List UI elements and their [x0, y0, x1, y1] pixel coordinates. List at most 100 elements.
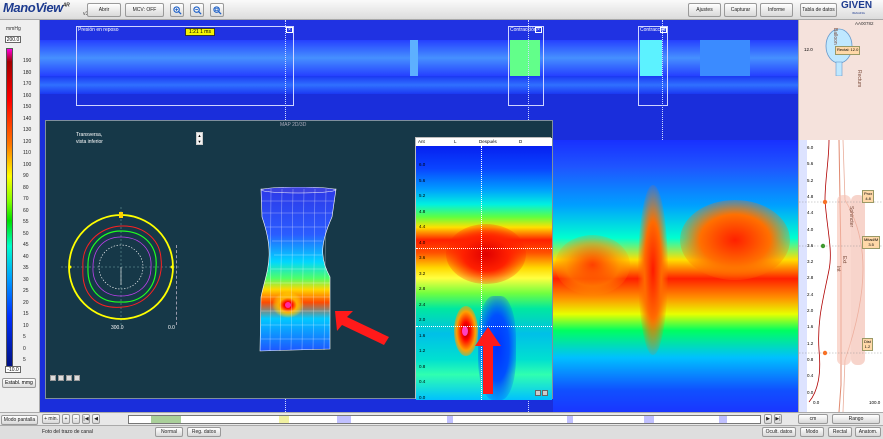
- overlay-tools: [50, 375, 80, 381]
- heat-y-tick: 5.2: [419, 193, 426, 198]
- scale-max-field[interactable]: 200.0: [5, 36, 21, 43]
- scale-tick: 5: [23, 357, 26, 363]
- scale-tick: 70: [23, 196, 29, 202]
- red-arrow-up-icon: [475, 327, 501, 394]
- heat-tools: [535, 390, 548, 396]
- scale-tick: 190: [23, 58, 32, 64]
- zoom-min-button[interactable]: + min.: [42, 414, 60, 424]
- next-frame-icon[interactable]: ▶: [764, 414, 772, 424]
- tool-icon-1[interactable]: [50, 375, 56, 381]
- prox-box[interactable]: Prox 4.8: [862, 190, 875, 203]
- int-label: Int: [835, 266, 841, 272]
- zoom-in-icon: [172, 5, 182, 15]
- establish-scale-button[interactable]: Establ. mmg: [2, 378, 36, 388]
- segment-contraction-1-close-icon[interactable]: ×: [535, 27, 542, 33]
- screen-mode-button[interactable]: Modo pantalla: [1, 415, 38, 425]
- scale-tick: 25: [23, 288, 29, 294]
- scale-tick: 160: [23, 92, 32, 99]
- open-button[interactable]: Abrir: [87, 3, 121, 17]
- top-toolbar: ManoViewAR v3.0 Abrir MCV: OFF Ajustes C…: [0, 0, 883, 20]
- mcv-toggle-button[interactable]: MCV: OFF: [125, 3, 164, 17]
- zoom-in-button[interactable]: [170, 3, 184, 17]
- zoom-fit-button[interactable]: [210, 3, 224, 17]
- zoom-minus-icon[interactable]: −: [72, 414, 80, 424]
- scale-tick: 150: [23, 104, 32, 110]
- timeline-scrollbar[interactable]: [128, 415, 761, 424]
- hide-data-button[interactable]: Ocult. datos: [762, 427, 796, 437]
- scale-tick: 120: [23, 138, 32, 145]
- data-table-button[interactable]: Tabla de datos: [800, 3, 837, 17]
- segment-contraction-1[interactable]: [508, 26, 544, 106]
- anatomy-profile: [799, 140, 883, 412]
- scale-tick: 30: [23, 276, 29, 283]
- zoom-fit-icon: [212, 5, 222, 15]
- heat-y-tick: 6.0: [419, 162, 426, 167]
- dist-box[interactable]: Dist 1.2: [862, 338, 873, 351]
- heat-y-tick: 2.0: [419, 317, 426, 322]
- plot-right-value: 0.0: [168, 325, 175, 331]
- scale-tick: 180: [23, 69, 32, 76]
- heat-y-tick: 1.6: [419, 332, 426, 338]
- anatomy-x-right: 100.0: [869, 400, 881, 405]
- app-logo: ManoViewAR: [3, 0, 70, 15]
- scale-tick: 140: [23, 115, 32, 122]
- heat-y-tick: 3.6: [419, 255, 426, 260]
- capture-button[interactable]: Capturar: [724, 3, 757, 17]
- zoom-plus-icon[interactable]: +: [62, 414, 70, 424]
- tool-icon-2[interactable]: [58, 375, 64, 381]
- mode-button[interactable]: Modo: [800, 427, 824, 437]
- scale-tick: 10: [23, 322, 29, 329]
- heat-tool-1-icon[interactable]: [535, 390, 541, 396]
- settings-button[interactable]: Ajustes: [688, 3, 721, 17]
- tool-icon-3[interactable]: [66, 375, 72, 381]
- segment-rest-close-icon[interactable]: ×: [286, 27, 293, 33]
- heat-y-tick: 2.4: [419, 301, 426, 307]
- scale-tick: 20: [23, 299, 29, 306]
- rectal-value-box[interactable]: Rectal: 12.0: [835, 46, 861, 55]
- tool-icon-4[interactable]: [74, 375, 80, 381]
- time-marker[interactable]: 1:21 1 ms: [185, 28, 215, 36]
- plot-left-value: 300.0: [111, 325, 124, 331]
- brand-sub: IMAGING: [852, 11, 866, 15]
- segment-contraction-2-close-icon[interactable]: ×: [660, 27, 667, 33]
- heat-tool-2-icon[interactable]: [542, 390, 548, 396]
- segment-contraction-2[interactable]: [638, 26, 668, 106]
- channel-photo-label: Foto del trazo de canal: [42, 429, 93, 435]
- view-stepper[interactable]: ▲ ▼: [196, 132, 203, 145]
- report-button[interactable]: Informe: [760, 3, 793, 17]
- scale-tick: 55: [23, 219, 29, 225]
- color-bar: [6, 48, 13, 368]
- heat-y-tick: 0.8: [419, 363, 426, 369]
- cm-button[interactable]: cm: [798, 414, 828, 424]
- heat-y-tick: 4.4: [419, 224, 426, 229]
- zoom-out-button[interactable]: [190, 3, 204, 17]
- scale-tick: 90: [23, 173, 29, 179]
- normal-button[interactable]: Normal: [155, 427, 183, 437]
- first-frame-icon[interactable]: |◀: [82, 414, 90, 424]
- anatomy-button[interactable]: Anatom.: [855, 427, 881, 437]
- scale-unit: mmHg: [6, 26, 21, 32]
- timeline-bar: Modo pantalla + min. + − |◀ ◀ ▶ ▶| cm Ra…: [0, 412, 883, 425]
- sphincter-3d-model[interactable]: [256, 187, 341, 353]
- data-record-button[interactable]: Reg. datos: [187, 427, 221, 437]
- heat-y-tick: 2.8: [419, 286, 426, 291]
- prev-frame-icon[interactable]: ◀: [92, 414, 100, 424]
- pressure-map-overlay: MAP 2D/3D Transversa, vista inferior ▲ ▼ …: [45, 120, 553, 400]
- scale-tick: 15: [23, 311, 29, 317]
- scale-tick: 130: [23, 127, 32, 133]
- heat-header: Ant L Después D: [416, 138, 552, 146]
- scale-tick: 5: [23, 334, 26, 340]
- red-arrow-left-icon: [335, 311, 389, 345]
- scale-tick: 40: [23, 253, 29, 260]
- mid-box[interactable]: Mitad/M 3.5: [862, 236, 881, 249]
- range-button[interactable]: Rango: [832, 414, 880, 424]
- scale-tick: 110: [23, 150, 31, 156]
- last-frame-icon[interactable]: ▶|: [774, 414, 782, 424]
- anatomy-x-left: 0.0: [813, 400, 820, 405]
- segment-rest[interactable]: [76, 26, 294, 106]
- view-label: Transversa, vista inferior: [76, 132, 103, 145]
- segment-rest-label: Presión en reposo: [78, 27, 119, 33]
- rectal-button[interactable]: Rectal: [828, 427, 852, 437]
- scale-tick: 0: [23, 345, 26, 352]
- scale-min-field[interactable]: -10.0: [5, 366, 21, 373]
